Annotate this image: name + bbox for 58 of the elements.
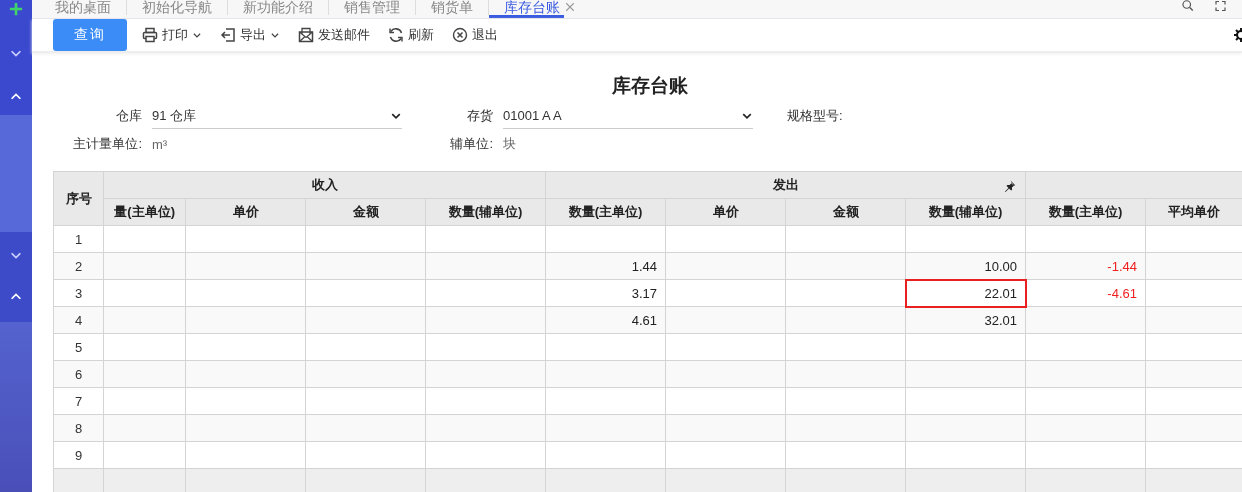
table-cell: -4.61 [1025,279,1146,307]
printer-icon [142,27,158,43]
table-cell: 32.01 [905,306,1026,334]
export-icon [220,27,236,43]
table-cell: 1.44 [545,252,666,280]
toolbar-button[interactable]: 刷新 [384,26,438,44]
field-label: 仓库 [115,107,142,125]
field-label: 主计量单位: [72,135,142,153]
select-field[interactable]: 01001 A A [503,103,753,129]
field-label: 存货 [466,107,493,125]
column-header: 金额 [785,198,906,226]
table-cell: -1.44 [1025,252,1146,280]
column-header: 量(主单位) [103,198,186,226]
column-header: 数量(辅单位) [425,198,546,226]
fullscreen-icon[interactable] [1213,0,1228,12]
toolbar-button[interactable]: 退出 [448,26,502,44]
column-header: 序号 [53,171,104,226]
column-header: 单价 [185,198,306,226]
field-value: m³ [152,136,169,152]
field-value: 块 [503,135,517,153]
table-cell: 22.01 [905,279,1026,307]
row-number: 7 [53,387,104,415]
column-header: 金额 [305,198,426,226]
toolbar-button[interactable]: 发送邮件 [294,26,374,44]
row-number: 3 [53,279,104,307]
row-number: 6 [53,360,104,388]
group-label: 收入 [311,176,338,194]
group-label: 发出 [772,176,799,194]
column-header: 数量(主单位) [1025,198,1146,226]
row-number: 8 [53,414,104,442]
row-number: 5 [53,333,104,361]
field-label: 辅单位: [449,135,493,153]
refresh-icon [388,27,404,43]
column-header: 单价 [665,198,786,226]
select-field[interactable]: 91 仓库 [152,103,402,129]
report-title: 库存台账 [612,74,688,97]
toolbar-button[interactable]: 导出 [216,26,284,44]
column-header: 平均单价 [1145,198,1242,226]
close-circle-icon [452,27,468,43]
row-number: 1 [53,225,104,253]
tab[interactable]: 库存台账 [489,0,564,18]
row-number: 2 [53,252,104,280]
toolbar-button[interactable]: 打印 [138,26,206,44]
envelope-icon [298,27,314,43]
field-label: 规格型号: [787,107,843,125]
caret-icon [192,30,202,40]
column-header: 数量(主单位) [545,198,666,226]
search-icon[interactable] [1180,0,1195,12]
plus-icon[interactable] [9,2,23,16]
close-icon[interactable] [564,1,576,13]
pin-icon[interactable] [1004,180,1016,192]
row-number: 9 [53,441,104,469]
row-number: 4 [53,306,104,334]
caret-icon [270,30,280,40]
table-cell: 4.61 [545,306,666,334]
column-header: 数量(辅单位) [905,198,1026,226]
table-cell: 3.17 [545,279,666,307]
tab[interactable]: 新功能介绍 [228,0,329,15]
